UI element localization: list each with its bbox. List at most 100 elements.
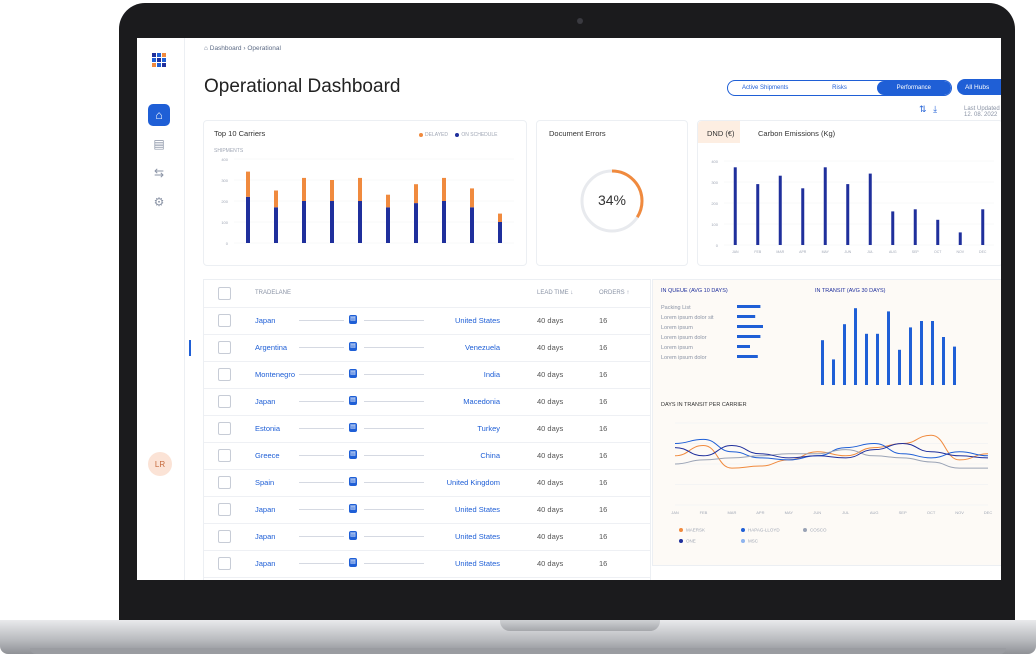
queue-bar — [737, 355, 758, 358]
chevron-right-icon: › — [243, 45, 246, 52]
row-checkbox[interactable] — [218, 314, 231, 327]
row-checkbox[interactable] — [218, 557, 231, 570]
legend-label: MSC — [748, 539, 759, 544]
table-row[interactable]: Japan ▤ United States 40 days 16 — [204, 523, 650, 551]
lane-line — [364, 509, 424, 510]
legend-dot — [741, 539, 745, 543]
row-checkbox[interactable] — [218, 395, 231, 408]
breadcrumb-operational[interactable]: Operational — [247, 45, 281, 52]
dnd-card: DND (€) Carbon Emissions (Kg) 400 300 200 1… — [697, 120, 1001, 266]
dnd-chart: 400 300 200 100 0 JAN FEB MAR APR MAY JUN JUL AUG SEP… — [711, 159, 994, 254]
table-row[interactable]: Japan ▤ United States 40 days 16 — [204, 550, 650, 578]
lead-time: 40 days — [537, 316, 564, 325]
destination-country: India — [483, 370, 500, 379]
queue-label: Lorem ipsum dolor sit — [661, 315, 714, 321]
download-icon[interactable]: ⤓ — [933, 104, 937, 114]
lead-time: 40 days — [537, 559, 564, 568]
documents-nav-button[interactable]: ▤ — [148, 133, 170, 155]
table-row[interactable]: Spain ▤ United Kingdom 40 days 16 — [204, 469, 650, 497]
destination-country: Venezuela — [464, 343, 500, 352]
ship-icon: ▤ — [349, 531, 357, 540]
document-icon: ▤ — [153, 137, 165, 151]
row-checkbox[interactable] — [218, 422, 231, 435]
hubs-select-value: All Hubs — [965, 83, 990, 91]
bar-delayed — [498, 213, 502, 222]
header-orders[interactable]: ORDERS ↑ — [599, 290, 629, 296]
tab-risks[interactable]: Risks — [802, 81, 876, 95]
line-series — [674, 442, 989, 459]
select-all-checkbox[interactable] — [218, 287, 231, 300]
table-row[interactable]: Greece ▤ China 40 days 16 — [204, 442, 650, 470]
top-carriers-chart: 400 300 200 100 0 — [221, 157, 514, 246]
table-row[interactable]: Estonia ▤ Turkey 40 days 16 — [204, 415, 650, 443]
row-checkbox[interactable] — [218, 368, 231, 381]
row-checkbox[interactable] — [218, 341, 231, 354]
hubs-select[interactable]: All Hubs ⌄ — [957, 79, 1001, 95]
dnd-bar — [733, 167, 737, 245]
bar-delayed — [358, 177, 362, 201]
legend-label: HAPAG-LLOYD — [748, 528, 780, 533]
table-row[interactable]: Japan ▤ United States 40 days 16 — [204, 307, 650, 335]
tab-active-shipments[interactable]: Active Shipments — [728, 81, 802, 95]
header-tradelane[interactable]: TRADELANE — [255, 290, 291, 296]
row-checkbox[interactable] — [218, 530, 231, 543]
bar-on-schedule — [386, 207, 390, 243]
page-title: Operational Dashboard — [204, 76, 401, 97]
lane-line — [299, 509, 344, 510]
dnd-bar — [891, 211, 895, 245]
bar-on-schedule — [442, 201, 446, 243]
legend-dot — [803, 528, 807, 532]
tab-performance[interactable]: Performance — [876, 81, 951, 95]
transit-bar — [876, 333, 879, 385]
table-row[interactable]: Argentina ▤ Venezuela 40 days 16 — [189, 334, 650, 362]
home-nav-button[interactable]: ⌂ — [148, 104, 170, 126]
row-checkbox[interactable] — [218, 449, 231, 462]
ship-icon: ▤ — [349, 423, 357, 432]
lane-line — [364, 482, 424, 483]
ship-icon: ▤ — [349, 558, 357, 567]
bar-delayed — [386, 194, 390, 208]
table-row[interactable]: Japan ▤ United States 40 days 16 — [204, 496, 650, 524]
lane-line — [299, 455, 344, 456]
ship-icon: ▤ — [349, 315, 357, 324]
bar-on-schedule — [358, 201, 362, 243]
origin-country: Argentina — [255, 343, 288, 352]
app-logo[interactable] — [152, 53, 167, 68]
camera — [577, 18, 583, 24]
transit-bar — [832, 359, 835, 385]
orders-count: 16 — [599, 424, 608, 433]
x-tick-label: NOV — [956, 250, 964, 254]
shipments-nav-button[interactable]: ⇆ — [148, 162, 170, 184]
main-content: ⌂ Dashboard › Operational Operational Da… — [185, 38, 1001, 580]
bar-delayed — [274, 190, 278, 208]
header-lead-time[interactable]: LEAD TIME ↓ — [537, 290, 573, 296]
x-tick-label: AUG — [870, 510, 879, 515]
table-row[interactable]: Japan ▤ Macedonia 40 days 16 — [204, 388, 650, 416]
dnd-bar — [868, 173, 872, 245]
orders-count: 16 — [599, 478, 608, 487]
filter-icon[interactable]: ⇅ — [919, 104, 927, 114]
x-tick-label: SEP — [912, 250, 920, 254]
queue-label: Lorem ipsum — [661, 345, 693, 351]
view-tabs: Active Shipments Risks Performance — [727, 80, 952, 96]
x-tick-label: FEB — [700, 510, 708, 515]
lane-line — [299, 401, 344, 402]
queue-bar — [737, 315, 756, 318]
queue-bar — [737, 305, 761, 308]
row-checkbox[interactable] — [218, 503, 231, 516]
lead-time: 40 days — [537, 424, 564, 433]
document-errors-value: 34% — [598, 192, 626, 208]
row-checkbox[interactable] — [218, 476, 231, 489]
transit-bar — [854, 308, 857, 385]
lane-line — [364, 563, 424, 564]
lane-line — [299, 563, 344, 564]
table-row[interactable]: Montenegro ▤ India 40 days 16 — [204, 361, 650, 389]
settings-nav-button[interactable]: ⚙ — [148, 191, 170, 213]
bar-on-schedule — [470, 207, 474, 243]
breadcrumb: ⌂ Dashboard › Operational — [204, 45, 281, 52]
transit-bar — [843, 324, 846, 385]
breadcrumb-dashboard[interactable]: Dashboard — [210, 45, 242, 52]
lead-time: 40 days — [537, 343, 564, 352]
dnd-bar — [801, 188, 805, 245]
avatar[interactable]: LR — [148, 452, 172, 476]
